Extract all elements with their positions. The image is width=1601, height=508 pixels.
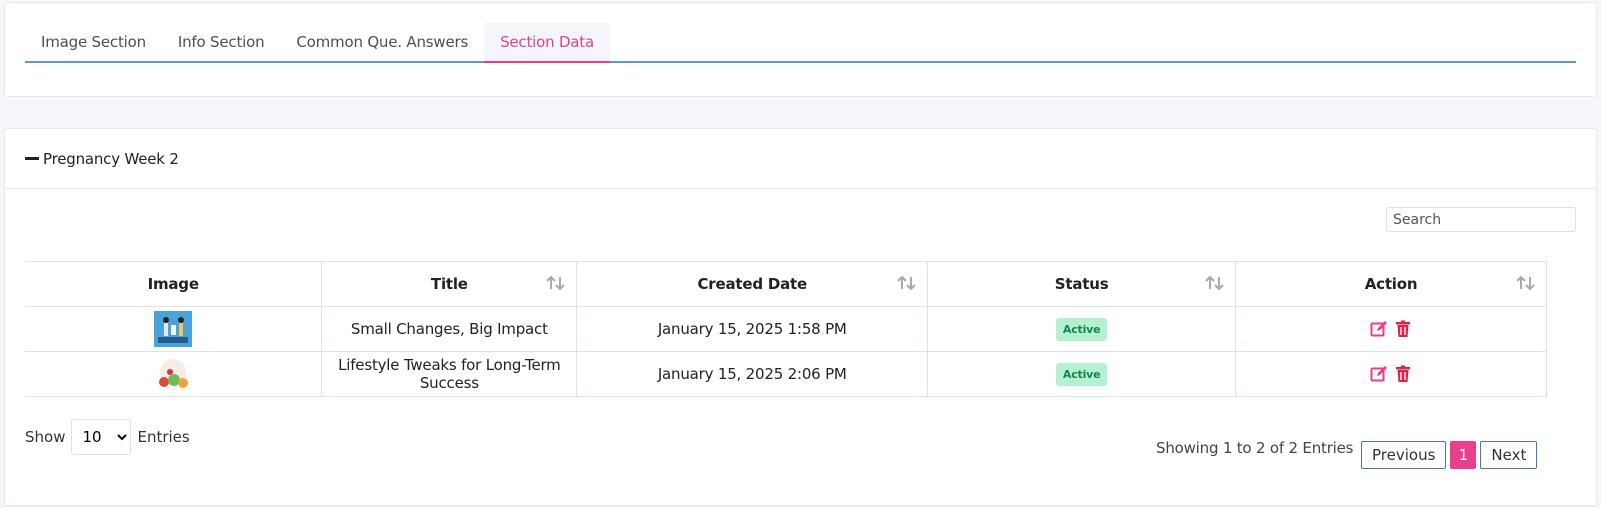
collapse-minus-icon[interactable] — [25, 157, 39, 160]
action-cell — [1235, 306, 1547, 352]
entries-label: Entries — [137, 428, 190, 446]
section-panel: Pregnancy Week 2 Image Title Created Dat… — [4, 128, 1597, 506]
column-header-action[interactable]: Action — [1235, 261, 1547, 307]
tab-section-data[interactable]: Section Data — [484, 23, 610, 63]
search-input[interactable] — [1386, 207, 1576, 232]
tabs-card: Image Section Info Section Common Que. A… — [4, 2, 1597, 97]
status-cell: Active — [927, 351, 1237, 397]
created-date-cell: January 15, 2025 2:06 PM — [576, 351, 929, 397]
column-header-title[interactable]: Title — [321, 261, 578, 307]
column-header-created-date[interactable]: Created Date — [576, 261, 929, 307]
trash-icon[interactable] — [1394, 365, 1412, 383]
column-header-status[interactable]: Status — [927, 261, 1237, 307]
trash-icon[interactable] — [1394, 320, 1412, 338]
edit-icon[interactable] — [1370, 365, 1388, 383]
image-cell — [25, 351, 323, 397]
table-row: Lifestyle Tweaks for Long-Term Success J… — [25, 351, 1547, 397]
sort-icon[interactable] — [546, 275, 566, 291]
action-cell — [1235, 351, 1547, 397]
tab-image-section[interactable]: Image Section — [25, 23, 162, 61]
title-cell: Lifestyle Tweaks for Long-Term Success — [321, 351, 578, 397]
pagination: Previous 1 Next — [1361, 441, 1538, 469]
page-length-control: Show 10 Entries — [25, 419, 190, 455]
tab-bar: Image Section Info Section Common Que. A… — [25, 23, 1576, 63]
edit-icon[interactable] — [1370, 320, 1388, 338]
panel-title: Pregnancy Week 2 — [43, 149, 179, 168]
status-cell: Active — [927, 306, 1237, 352]
status-badge: Active — [1055, 362, 1108, 386]
page-1-button[interactable]: 1 — [1450, 441, 1477, 469]
table-row: Small Changes, Big Impact January 15, 20… — [25, 306, 1547, 352]
title-cell: Small Changes, Big Impact — [321, 306, 578, 352]
column-header-image: Image — [25, 261, 323, 307]
fruits-veggies-thumbnail-icon[interactable] — [154, 356, 193, 392]
tab-info-section[interactable]: Info Section — [162, 23, 281, 61]
next-button[interactable]: Next — [1480, 441, 1538, 469]
entries-select[interactable]: 10 — [71, 419, 132, 455]
image-cell — [25, 306, 323, 352]
sort-icon[interactable] — [1516, 275, 1536, 291]
sort-icon[interactable] — [1205, 275, 1225, 291]
couple-yoga-thumbnail-icon[interactable] — [154, 311, 193, 347]
table-info: Showing 1 to 2 of 2 Entries — [1156, 439, 1354, 457]
table-header-row: Image Title Created Date Status Action — [25, 261, 1547, 307]
show-label: Show — [25, 428, 66, 446]
panel-header[interactable]: Pregnancy Week 2 — [5, 129, 1596, 189]
created-date-cell: January 15, 2025 1:58 PM — [576, 306, 929, 352]
status-badge: Active — [1055, 317, 1108, 341]
data-table: Image Title Created Date Status Action S… — [25, 261, 1547, 397]
sort-icon[interactable] — [897, 275, 917, 291]
previous-button[interactable]: Previous — [1361, 441, 1447, 469]
tab-common-que-answers[interactable]: Common Que. Answers — [280, 23, 484, 61]
